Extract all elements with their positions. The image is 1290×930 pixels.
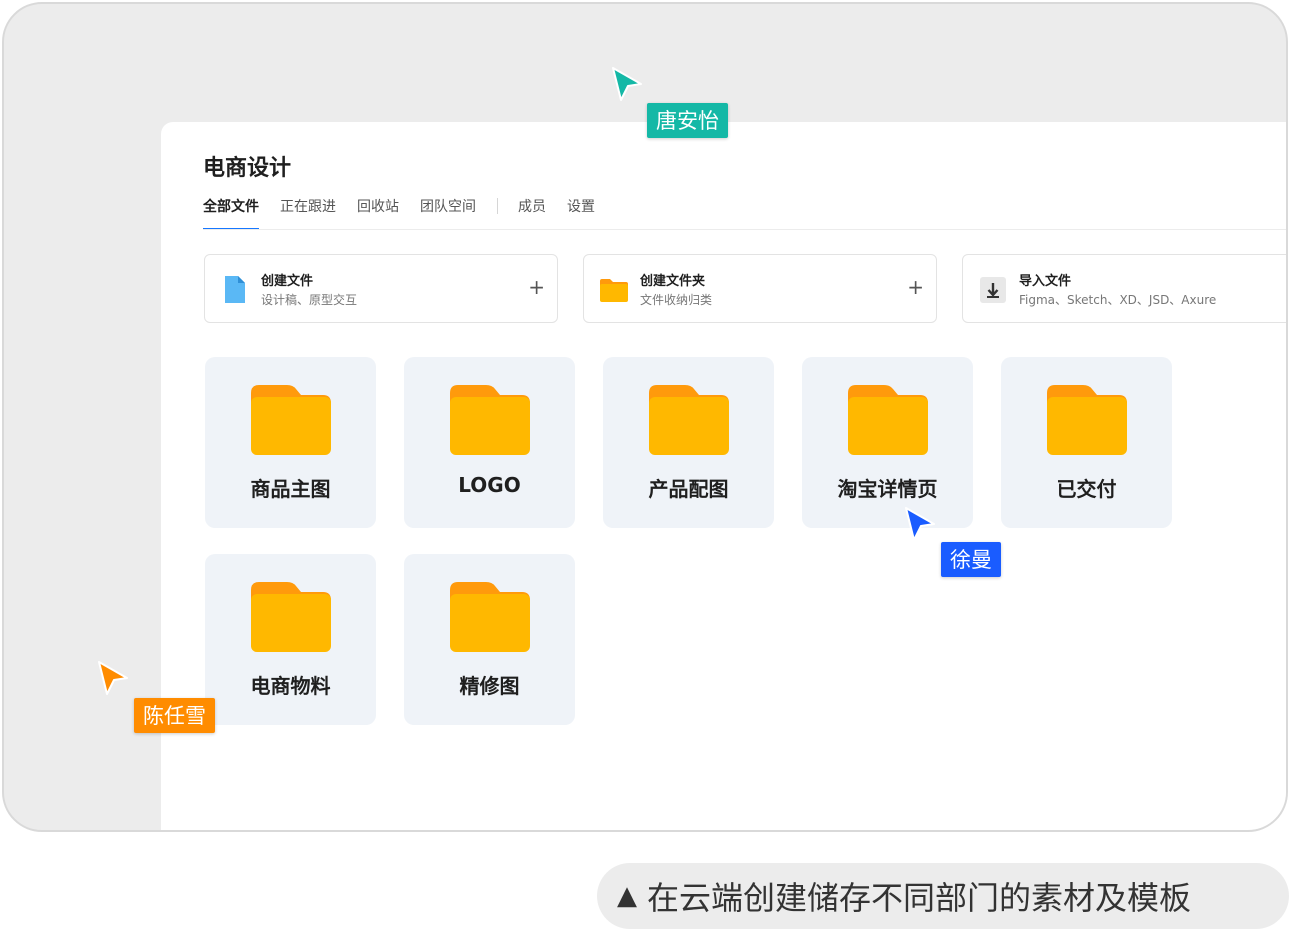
create-folder-title: 创建文件夹 bbox=[640, 274, 706, 289]
file-icon bbox=[225, 276, 245, 303]
cursor-icon bbox=[612, 67, 642, 101]
tab-underline-divider bbox=[203, 229, 1286, 230]
folder-tile[interactable]: 产品配图 bbox=[603, 357, 774, 528]
folder-tile[interactable]: 淘宝详情页 bbox=[802, 357, 973, 528]
folder-label: LOGO bbox=[458, 473, 521, 497]
folder-icon bbox=[649, 385, 729, 455]
cursor-icon bbox=[905, 507, 935, 541]
folder-icon bbox=[600, 279, 628, 302]
folder-icon bbox=[848, 385, 928, 455]
folder-label: 已交付 bbox=[1056, 477, 1117, 501]
import-icon bbox=[980, 277, 1006, 303]
folder-icon bbox=[251, 385, 331, 455]
triangle-icon: ▲ bbox=[617, 881, 637, 911]
import-file-title: 导入文件 bbox=[1019, 274, 1072, 289]
collaborator-tag: 唐安怡 bbox=[647, 103, 728, 138]
cursor-icon bbox=[98, 661, 128, 695]
import-file-desc: Figma、Sketch、XD、JSD、Axure bbox=[1019, 293, 1217, 307]
page-title: 电商设计 bbox=[203, 156, 292, 181]
plus-icon[interactable]: + bbox=[907, 277, 924, 297]
tab-members[interactable]: 成员 bbox=[518, 196, 546, 230]
tab-following[interactable]: 正在跟进 bbox=[280, 196, 336, 230]
create-folder-card[interactable]: 创建文件夹 文件收纳归类 + bbox=[583, 254, 937, 323]
tab-recycle-bin[interactable]: 回收站 bbox=[357, 196, 399, 230]
folder-label: 产品配图 bbox=[648, 477, 729, 501]
folder-label: 电商物料 bbox=[250, 674, 331, 698]
plus-icon[interactable]: + bbox=[528, 277, 545, 297]
collaborator-tag: 陈任雪 bbox=[134, 698, 215, 733]
folder-icon bbox=[251, 582, 331, 652]
create-folder-desc: 文件收纳归类 bbox=[640, 293, 713, 307]
tab-settings[interactable]: 设置 bbox=[567, 196, 595, 230]
tab-divider bbox=[497, 198, 498, 214]
tab-team-space[interactable]: 团队空间 bbox=[420, 196, 476, 230]
folder-tile[interactable]: 电商物料 bbox=[205, 554, 376, 725]
create-file-title: 创建文件 bbox=[261, 274, 314, 289]
caption-text: 在云端创建储存不同部门的素材及模板 bbox=[647, 879, 1192, 917]
folder-icon bbox=[1047, 385, 1127, 455]
tab-all-files[interactable]: 全部文件 bbox=[203, 196, 259, 230]
import-file-card[interactable]: 导入文件 Figma、Sketch、XD、JSD、Axure bbox=[962, 254, 1286, 323]
tab-bar: 全部文件 正在跟进 回收站 团队空间 成员 设置 bbox=[203, 196, 616, 230]
folder-icon bbox=[450, 582, 530, 652]
folder-tile[interactable]: 已交付 bbox=[1001, 357, 1172, 528]
create-file-desc: 设计稿、原型交互 bbox=[261, 293, 358, 307]
folder-tile[interactable]: LOGO bbox=[404, 357, 575, 528]
workspace-panel: 电商设计 全部文件 正在跟进 回收站 团队空间 成员 设置 创建文件 设计稿、原… bbox=[161, 122, 1286, 830]
create-file-card[interactable]: 创建文件 设计稿、原型交互 + bbox=[204, 254, 558, 323]
folder-label: 淘宝详情页 bbox=[837, 477, 938, 501]
folder-icon bbox=[450, 385, 530, 455]
folder-label: 精修图 bbox=[459, 674, 520, 698]
collaborator-tag: 徐曼 bbox=[941, 542, 1001, 577]
folder-tile[interactable]: 精修图 bbox=[404, 554, 575, 725]
folder-tile[interactable]: 商品主图 bbox=[205, 357, 376, 528]
caption-banner: ▲ 在云端创建储存不同部门的素材及模板 bbox=[597, 863, 1289, 929]
folder-label: 商品主图 bbox=[250, 477, 331, 501]
